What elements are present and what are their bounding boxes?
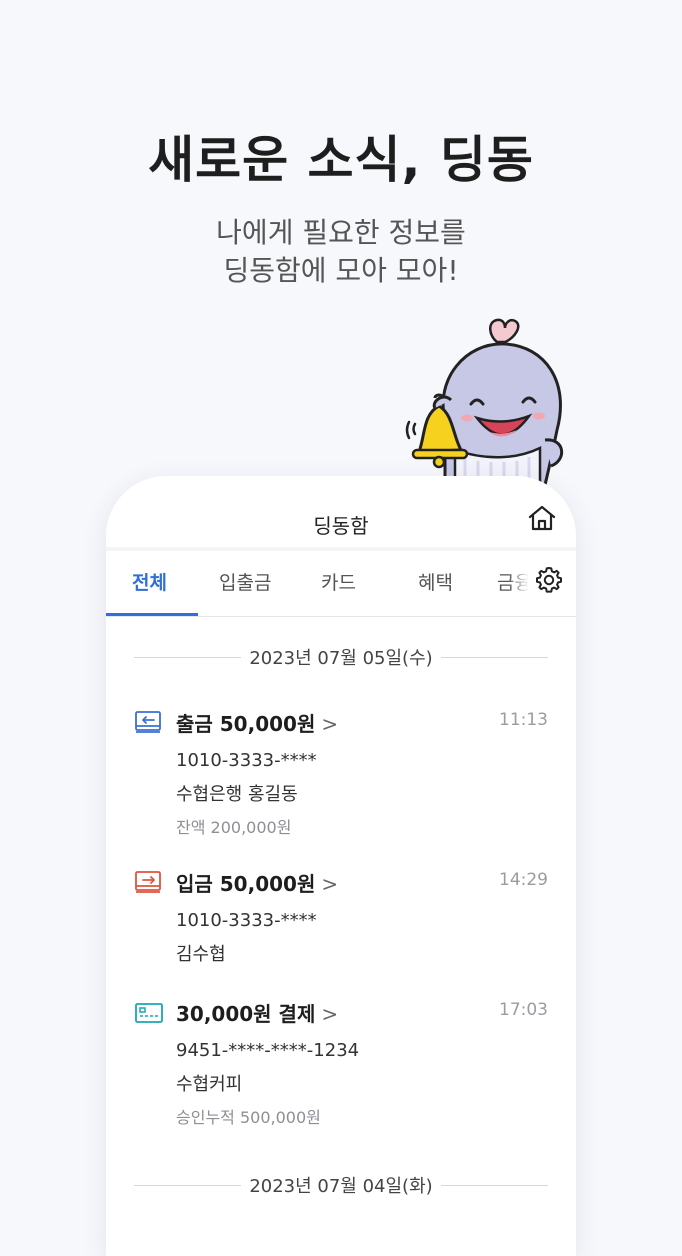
notification-time: 14:29 [499, 870, 548, 890]
account-number: 1010-3333-**** [176, 910, 317, 931]
subline-line-1: 나에게 필요한 정보를 [216, 216, 466, 249]
account-holder: 수협은행 홍길동 [176, 784, 298, 805]
chevron-right-icon: > [321, 1002, 339, 1026]
subline: 나에게 필요한 정보를 딩동함에 모아 모아! [0, 214, 682, 290]
notification-time: 11:13 [499, 710, 548, 730]
headline: 새로운 소식, 딩동 [148, 131, 534, 189]
tab-benefit[interactable]: 혜택 [418, 568, 453, 595]
notification-title[interactable]: 입금 50,000원 > [176, 868, 338, 897]
card-icon [135, 1003, 163, 1023]
tab-card[interactable]: 카드 [321, 568, 356, 595]
notification-time: 17:03 [499, 1000, 548, 1020]
home-icon [528, 505, 556, 531]
notification-title-text: 출금 50,000원 [176, 712, 316, 736]
date-divider: 2023년 07월 05일(수) [134, 642, 548, 672]
tab-deposit-withdraw[interactable]: 입출금 [219, 568, 271, 595]
tab-all[interactable]: 전체 [132, 568, 167, 595]
notification-title-text: 입금 50,000원 [176, 872, 316, 896]
chevron-right-icon: > [321, 712, 339, 736]
date-label: 2023년 07월 04일(화) [241, 1176, 441, 1197]
gear-icon [536, 567, 562, 593]
whale-mascot-illustration [405, 318, 563, 485]
card-number: 9451-****-****-1234 [176, 1040, 360, 1061]
header-divider [106, 547, 576, 551]
deposit-icon [135, 871, 161, 893]
date-divider: 2023년 07월 04일(화) [134, 1170, 548, 1200]
notification-title[interactable]: 출금 50,000원 > [176, 708, 338, 737]
notification-title[interactable]: 30,000원 결제 > [176, 998, 338, 1027]
sender-name: 김수협 [176, 944, 226, 965]
chevron-right-icon: > [321, 872, 339, 896]
merchant-name: 수협커피 [176, 1074, 243, 1095]
active-tab-indicator [106, 613, 198, 616]
balance-text: 잔액 200,000원 [176, 818, 292, 837]
accumulated-approval: 승인누적 500,000원 [176, 1108, 321, 1127]
app-title: 딩동함 [313, 514, 369, 538]
account-number: 1010-3333-**** [176, 750, 317, 771]
subline-line-2: 딩동함에 모아 모아! [223, 254, 459, 287]
home-button[interactable] [526, 502, 558, 534]
settings-button[interactable] [534, 565, 564, 595]
phone-frame: 딩동함 전체 입출금 카드 혜택 금융 2023년 07월 05일(수) [106, 476, 576, 1256]
tab-scroll-fade [508, 554, 534, 612]
notification-title-text: 30,000원 결제 [176, 1002, 316, 1026]
withdraw-icon [135, 711, 161, 733]
date-label: 2023년 07월 05일(수) [241, 648, 441, 669]
